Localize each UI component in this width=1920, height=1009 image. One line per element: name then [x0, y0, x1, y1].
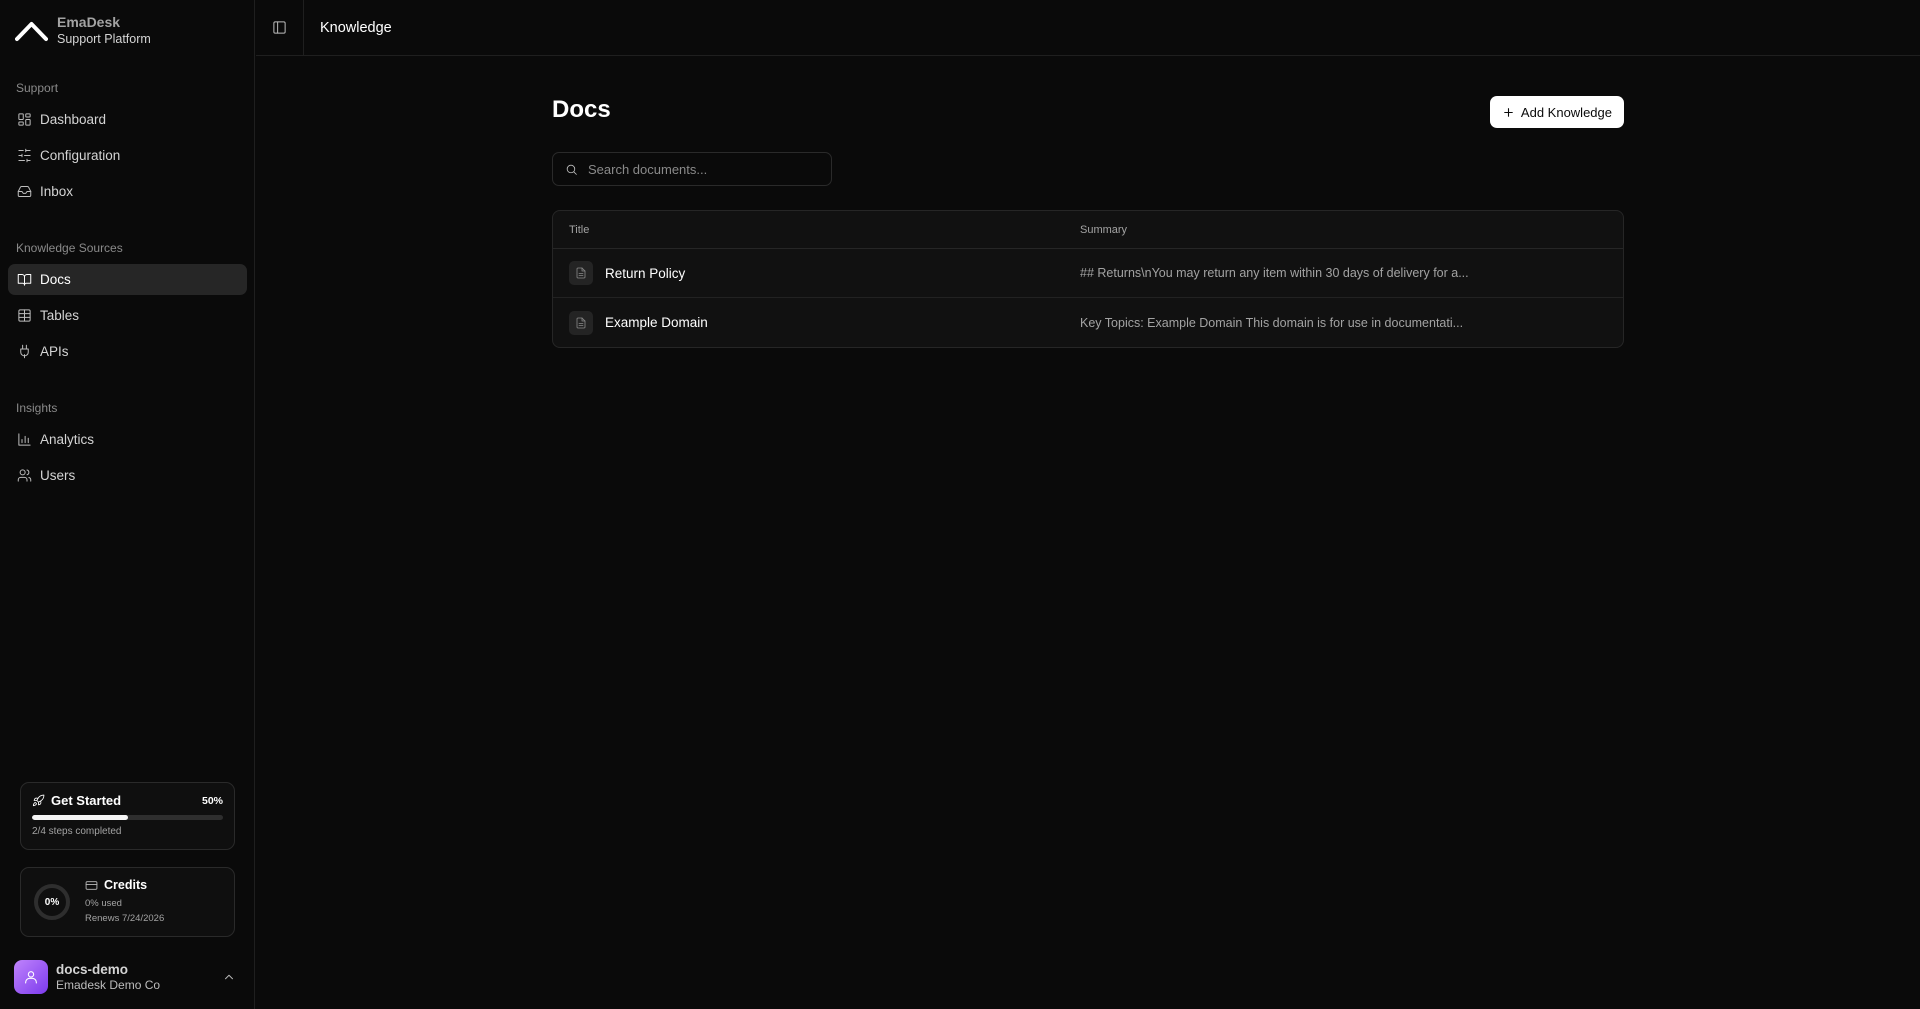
sidebar-item-label: Analytics: [40, 432, 95, 447]
users-icon: [17, 468, 32, 483]
sidebar-item-label: Inbox: [40, 184, 74, 199]
credits-renews: Renews 7/24/2026: [85, 913, 165, 924]
sidebar-item-users[interactable]: Users: [8, 460, 247, 491]
document-title: Example Domain: [605, 315, 708, 330]
book-open-icon: [17, 272, 32, 287]
sidebar-item-inbox[interactable]: Inbox: [8, 176, 247, 207]
sidebar-item-label: Configuration: [40, 148, 121, 163]
panel-left-icon: [273, 21, 286, 34]
document-title: Return Policy: [605, 265, 686, 281]
get-started-percent: 50%: [201, 794, 223, 807]
document-summary: ## Returns\nYou may return any item with…: [1080, 266, 1469, 280]
credits-usage-ring: 0%: [33, 883, 71, 921]
sidebar: EmaDesk Support Platform Support Dashboa…: [0, 0, 255, 1009]
avatar: [14, 960, 48, 994]
get-started-title: Get Started: [51, 793, 122, 808]
sidebar-item-label: Users: [40, 468, 76, 483]
table-header: Title Summary: [553, 211, 1623, 249]
add-knowledge-button[interactable]: Add Knowledge: [1489, 96, 1624, 128]
sidebar-item-apis[interactable]: APIs: [8, 336, 247, 367]
nav-group-label-knowledge-sources: Knowledge Sources: [16, 241, 123, 255]
page-title: Docs: [552, 96, 611, 123]
column-header-summary[interactable]: Summary: [1080, 224, 1623, 236]
document-summary: Key Topics: Example Domain This domain i…: [1080, 315, 1464, 330]
bar-chart-icon: [17, 432, 32, 447]
get-started-card[interactable]: Get Started 50% 2/4 steps completed: [20, 782, 235, 850]
sidebar-item-label: APIs: [40, 344, 69, 359]
breadcrumb: Knowledge: [320, 19, 392, 36]
sliders-icon: [17, 148, 32, 163]
brand-name: EmaDesk: [57, 14, 121, 30]
sidebar-item-tables[interactable]: Tables: [8, 300, 247, 331]
dashboard-icon: [17, 112, 32, 127]
sidebar-item-dashboard[interactable]: Dashboard: [8, 104, 247, 135]
document-icon: [569, 261, 593, 285]
table-row[interactable]: Example Domain Key Topics: Example Domai…: [553, 298, 1623, 347]
search-input[interactable]: [588, 161, 818, 177]
credits-title: Credits: [104, 878, 148, 892]
search-icon: [566, 164, 577, 175]
get-started-steps: 2/4 steps completed: [32, 826, 122, 837]
credit-card-icon: [85, 880, 98, 890]
document-icon: [569, 310, 593, 335]
sidebar-item-docs[interactable]: Docs: [8, 264, 247, 295]
sidebar-toggle-button[interactable]: [256, 0, 304, 55]
user-icon: [25, 971, 37, 984]
sidebar-item-label: Docs: [40, 272, 71, 287]
nav-group-label-support: Support: [16, 81, 59, 95]
topbar: Knowledge: [256, 0, 1920, 56]
sidebar-item-label: Tables: [40, 308, 80, 323]
sidebar-item-configuration[interactable]: Configuration: [8, 140, 247, 171]
brand-subtitle: Support Platform: [57, 32, 151, 46]
inbox-icon: [17, 184, 32, 199]
table-row[interactable]: Return Policy ## Returns\nYou may return…: [553, 249, 1623, 298]
logo-icon: [15, 21, 48, 41]
credits-used: 0% used: [85, 898, 122, 909]
rocket-icon: [32, 794, 45, 807]
brand[interactable]: EmaDesk Support Platform: [15, 14, 151, 47]
table-icon: [17, 308, 32, 323]
sidebar-item-analytics[interactable]: Analytics: [8, 424, 247, 455]
sidebar-item-label: Dashboard: [40, 112, 107, 127]
credits-card[interactable]: 0% Credits 0% used Renews 7/24/2026: [20, 867, 235, 937]
user-menu[interactable]: docs-demo Emadesk Demo Co: [14, 959, 242, 995]
add-knowledge-label: Add Knowledge: [1520, 104, 1612, 120]
search-box[interactable]: [552, 152, 832, 186]
user-name: docs-demo: [56, 962, 129, 977]
get-started-progress-bar: [32, 815, 223, 820]
documents-table: Title Summary Return Policy ## Returns\n…: [552, 210, 1624, 348]
chevron-up-icon[interactable]: [222, 970, 236, 984]
get-started-progress-fill: [32, 815, 128, 820]
user-org: Emadesk Demo Co: [56, 978, 161, 992]
column-header-title[interactable]: Title: [553, 224, 1080, 236]
nav-group-label-insights: Insights: [16, 401, 58, 415]
plug-icon: [17, 344, 32, 359]
plus-icon: [1504, 107, 1513, 117]
credits-ring-label: 0%: [44, 896, 60, 908]
